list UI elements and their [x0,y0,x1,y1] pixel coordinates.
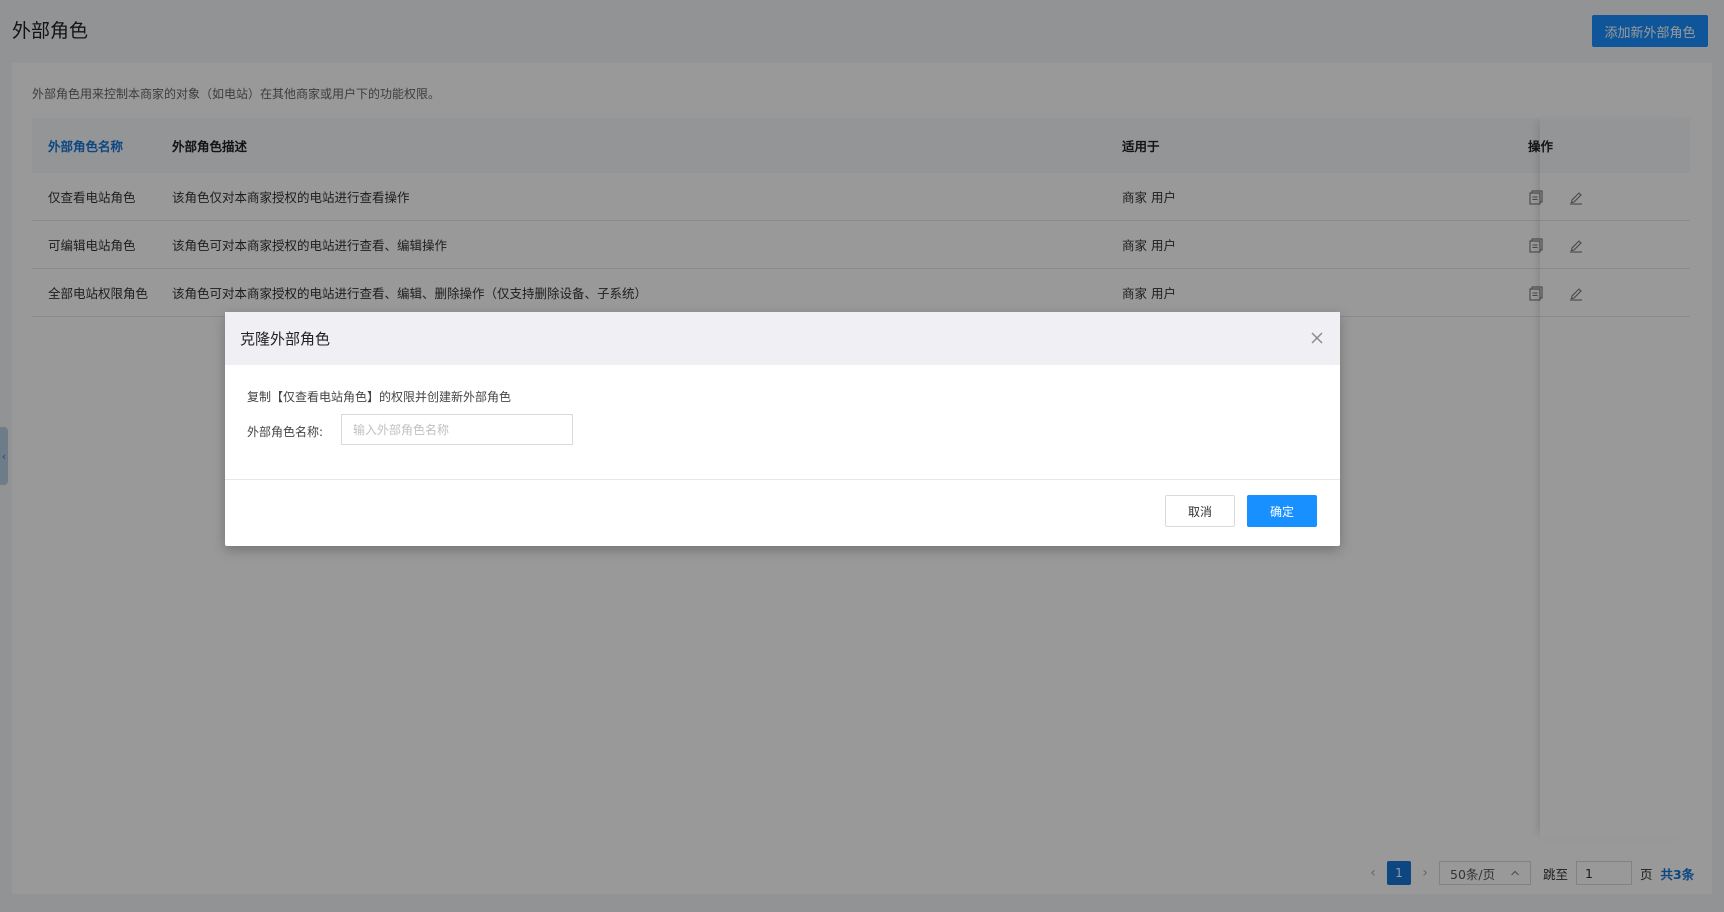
cancel-button[interactable]: 取消 [1165,495,1235,527]
clone-role-dialog: 克隆外部角色 复制【仅查看电站角色】的权限并创建新外部角色 外部角色名称: 取消… [225,312,1340,546]
dialog-footer: 取消 确定 [225,480,1340,546]
dialog-tip: 复制【仅查看电站角色】的权限并创建新外部角色 [247,390,512,404]
confirm-button[interactable]: 确定 [1247,495,1317,527]
role-name-label: 外部角色名称: [247,425,324,439]
role-name-input[interactable] [341,414,573,445]
close-icon[interactable] [1308,329,1326,347]
dialog-body: 复制【仅查看电站角色】的权限并创建新外部角色 外部角色名称: [225,365,1340,480]
dialog-title: 克隆外部角色 [240,330,331,348]
dialog-header: 克隆外部角色 [225,312,1340,365]
